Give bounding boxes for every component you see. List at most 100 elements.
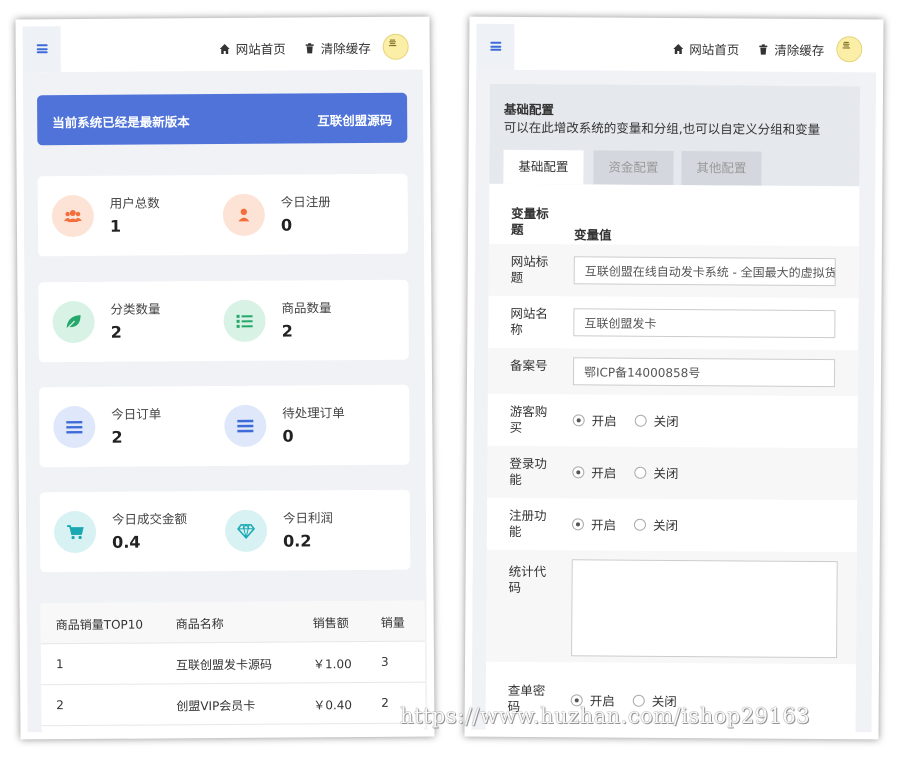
site-name-input[interactable]: 互联创盟发卡 [573, 308, 836, 339]
brand-text: 互联创盟源码 [317, 112, 393, 129]
stat-icon-circle [224, 404, 267, 448]
table-cell: ￥1.00 [312, 657, 352, 672]
table-cell: 2 [56, 698, 64, 713]
site-title-input[interactable]: 互联创盟在线自动发卡系统 - 全国最大的虚拟货 [573, 256, 836, 287]
stat-label: 今日成交金额 [111, 511, 188, 527]
nav-home-label: 网站首页 [689, 42, 740, 58]
stat-value: 2 [111, 427, 123, 447]
nav-home-link[interactable]: 网站首页 [672, 39, 739, 58]
guest-buy-on-radio[interactable] [572, 413, 585, 426]
field-label: 网站名称 [510, 305, 549, 337]
avatar[interactable]: 亖 [836, 36, 863, 63]
nav-clear-cache-link[interactable]: 清除缓存 [304, 38, 371, 57]
dashboard-content: 当前系统已经是最新版本 互联创盟源码 用户总数 1 今日注册 0 分类数量 2 … [22, 69, 428, 733]
table-header-name: 商品名称 [175, 617, 224, 632]
stat-label: 今日注册 [280, 194, 331, 210]
stat-today-turnover: 今日成交金额 0.4 [53, 505, 224, 558]
config-content: 基础配置 可以在此增改系统的变量和分组,也可以自定义分组和变量 基础配置 资金配… [471, 69, 877, 733]
table-header-amount: 销售额 [312, 616, 349, 631]
nav-clear-cache-label: 清除缓存 [320, 40, 371, 57]
stat-icon-circle [223, 299, 266, 343]
stat-value: 0.4 [112, 532, 141, 552]
form-row-site-name: 网站名称 互联创盟发卡 [488, 296, 858, 351]
stat-today-profit: 今日利润 0.2 [224, 504, 395, 557]
radio-label: 关闭 [653, 413, 679, 430]
stat-value: 2 [110, 322, 122, 342]
bars-icon [237, 419, 254, 433]
tab-fund-config[interactable]: 资金配置 [593, 150, 674, 185]
stat-value: 0 [280, 215, 293, 235]
watermark-text: https://www.huzhan.com/ishop29163 [400, 704, 811, 728]
stat-label: 用户总数 [109, 195, 160, 211]
stat-icon-circle [51, 194, 95, 238]
list-icon [236, 314, 253, 328]
avatar-text: 亖 [388, 38, 397, 48]
login-on-radio[interactable] [572, 465, 585, 478]
home-icon [673, 43, 684, 54]
menu-toggle[interactable] [476, 23, 515, 70]
guest-buy-off-radio[interactable] [634, 414, 647, 427]
stat-value: 2 [281, 321, 293, 341]
radio-label: 开启 [590, 517, 617, 533]
stat-value: 0 [282, 426, 294, 446]
table-cell: 1 [55, 657, 64, 672]
stats-card-users: 用户总数 1 今日注册 0 [37, 173, 409, 257]
config-screenshot: 网站首页 清除缓存 亖 基础配置 可以在此增改系统的变量和分组,也可以自定义分组… [464, 16, 884, 740]
tab-other-config[interactable]: 其他配置 [681, 151, 762, 186]
trash-icon [305, 42, 314, 53]
form-header-row: 变量标题 变量值 [489, 184, 859, 247]
stat-pending-orders: 待处理订单 0 [224, 399, 394, 452]
version-status-text: 当前系统已经是最新版本 [52, 114, 190, 131]
stats-card-revenue: 今日成交金额 0.4 今日利润 0.2 [39, 489, 411, 573]
table-row: 2 创盟VIP会员卡 ￥0.40 2 [41, 682, 426, 727]
leaf-icon [66, 315, 81, 330]
stat-label: 今日订单 [111, 406, 162, 422]
radio-label: 开启 [591, 413, 617, 429]
stats-code-textarea[interactable] [571, 559, 838, 659]
table-header-row: 商品销量TOP10 商品名称 销售额 销量 [40, 600, 425, 645]
nav-home-link[interactable]: 网站首页 [219, 39, 286, 58]
table-cell: 2 [381, 695, 389, 710]
stat-label: 待处理订单 [282, 405, 345, 421]
avatar[interactable]: 亖 [382, 33, 409, 60]
stats-card-orders: 今日订单 2 待处理订单 0 [39, 384, 410, 468]
stat-today-register: 今日注册 0 [222, 188, 393, 241]
col-header-title: 变量标题 [510, 205, 549, 237]
login-off-radio[interactable] [634, 466, 647, 479]
register-off-radio[interactable] [633, 518, 647, 531]
table-header-qty: 销量 [380, 615, 405, 630]
icp-input[interactable]: 鄂ICP备14000858号 [572, 357, 836, 388]
top-bar: 网站首页 清除缓存 亖 [476, 23, 877, 73]
users-icon [63, 210, 82, 223]
field-label: 统计代码 [508, 563, 547, 595]
stat-label: 分类数量 [110, 301, 161, 317]
field-label: 注册功能 [508, 507, 547, 539]
hamburger-icon [490, 41, 502, 51]
sales-top10-table: 商品销量TOP10 商品名称 销售额 销量 1 互联创盟发卡源码 ￥1.00 3… [40, 600, 426, 733]
config-screen: 网站首页 清除缓存 亖 基础配置 可以在此增改系统的变量和分组,也可以自定义分组… [471, 23, 877, 733]
form-row-guest-buy: 游客购买 开启 关闭 [488, 394, 858, 449]
login-radio-group: 开启 关闭 [572, 462, 696, 482]
menu-toggle[interactable] [22, 26, 61, 73]
col-header-value: 变量值 [573, 227, 612, 243]
register-on-radio[interactable] [571, 517, 585, 530]
trash-icon [759, 43, 768, 55]
guest-buy-radio-group: 开启 关闭 [572, 410, 697, 430]
form-row-register: 注册功能 开启 关闭 [487, 498, 857, 553]
home-icon [219, 43, 230, 54]
dashboard-screenshot: 网站首页 清除缓存 亖 当前系统已经是最新版本 互联创盟源码 用户总数 1 今日… [15, 16, 435, 740]
tab-basic-config[interactable]: 基础配置 [503, 149, 584, 185]
field-label: 备案号 [510, 357, 548, 374]
stat-today-orders: 今日订单 2 [53, 400, 223, 453]
form-row-stats-code: 统计代码 [486, 549, 857, 665]
register-radio-group: 开启 关闭 [571, 514, 696, 534]
field-label: 游客购买 [509, 403, 548, 435]
stat-product-count: 商品数量 2 [223, 294, 393, 347]
nav-clear-cache-link[interactable]: 清除缓存 [757, 40, 824, 59]
stat-icon-circle [224, 509, 268, 553]
radio-label: 关闭 [652, 517, 679, 534]
nav-home-label: 网站首页 [235, 41, 286, 57]
user-icon [238, 208, 250, 222]
config-header: 基础配置 可以在此增改系统的变量和分组,也可以自定义分组和变量 基础配置 资金配… [489, 83, 861, 187]
field-label: 网站标题 [510, 253, 549, 285]
